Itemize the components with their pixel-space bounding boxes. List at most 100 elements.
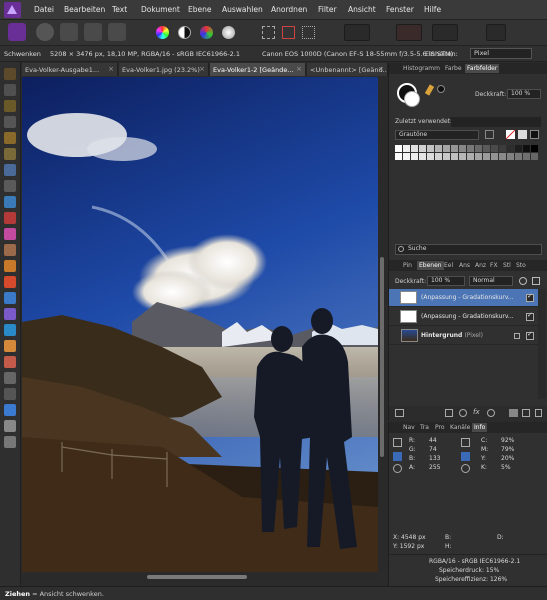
gray-swatch[interactable] — [435, 153, 442, 160]
tab-stile[interactable]: Stl — [503, 262, 511, 269]
gray-swatch[interactable] — [395, 153, 402, 160]
search-input[interactable]: Suche — [395, 244, 542, 255]
gray-swatch[interactable] — [531, 153, 538, 160]
secondary-color-well[interactable] — [404, 91, 420, 107]
color-replace-icon[interactable] — [4, 228, 16, 240]
tab-eva-volker1[interactable]: Eva-Volker1.jpg (23.2%) × — [119, 63, 209, 76]
burn-brush-icon[interactable] — [4, 276, 16, 288]
gray-swatch[interactable] — [523, 153, 530, 160]
layer-row[interactable]: Hintergrund (Pixel) — [389, 327, 538, 345]
deselect-icon[interactable] — [282, 26, 295, 39]
gray-swatch[interactable] — [435, 145, 442, 152]
tab-histogramm[interactable]: Histogramm — [403, 65, 440, 72]
gray-swatch[interactable] — [507, 153, 514, 160]
close-icon[interactable]: × — [108, 65, 114, 73]
close-icon[interactable]: × — [296, 65, 302, 73]
blend-mode-select[interactable]: Normal — [469, 276, 513, 286]
crop-tool-icon[interactable] — [4, 116, 16, 128]
layer-row[interactable]: (Anpassung - Gradationskurv... — [389, 289, 538, 307]
menu-anordnen[interactable]: Anordnen — [271, 5, 307, 14]
menu-bearbeiten[interactable]: Bearbeiten — [64, 5, 105, 14]
gray-swatch[interactable] — [459, 153, 466, 160]
gray-swatch[interactable] — [475, 145, 482, 152]
close-icon[interactable]: × — [199, 65, 205, 73]
gradient-tool-icon[interactable] — [4, 196, 16, 208]
tab-farbfelder[interactable]: Farbfelder — [465, 64, 500, 73]
color-balance-icon[interactable] — [200, 26, 213, 39]
tab-farbe[interactable]: Farbe — [445, 65, 462, 72]
blur-brush-icon[interactable] — [4, 324, 16, 336]
palette-menu-icon[interactable] — [485, 130, 494, 139]
gray-swatch[interactable] — [483, 153, 490, 160]
layer-visibility-checkbox[interactable] — [526, 311, 534, 321]
tab-stock[interactable]: Sto — [516, 262, 526, 269]
red-eye-tool-icon[interactable] — [4, 356, 16, 368]
gray-swatch[interactable] — [403, 153, 410, 160]
gray-swatch[interactable] — [419, 153, 426, 160]
menu-dokument[interactable]: Dokument — [141, 5, 180, 14]
canvas-horizontal-scrollbar[interactable] — [22, 572, 378, 582]
fill-tool-icon[interactable] — [4, 180, 16, 192]
adjustment-icon[interactable] — [459, 409, 467, 417]
affinity-photo-logo[interactable] — [4, 2, 21, 18]
canvas-vertical-scrollbar[interactable] — [378, 77, 387, 572]
add-layer-icon[interactable] — [522, 409, 530, 417]
move-tool-icon[interactable] — [4, 84, 16, 96]
snapping-button[interactable] — [396, 24, 422, 41]
menu-text[interactable]: Text — [112, 5, 127, 14]
tab-navigator[interactable]: Nav — [403, 424, 415, 431]
layer-visibility-checkbox[interactable] — [526, 330, 534, 340]
selection-brush-icon[interactable] — [4, 132, 16, 144]
units-select[interactable]: Pixel — [470, 48, 532, 59]
menu-ebene[interactable]: Ebene — [188, 5, 211, 14]
paint-brush-icon[interactable] — [4, 212, 16, 224]
tab-pinsel[interactable]: Pin — [403, 262, 412, 269]
opacity-field[interactable]: 100 % — [507, 89, 541, 99]
scroll-thumb[interactable] — [380, 257, 384, 457]
layer-visibility-checkbox[interactable] — [526, 292, 534, 302]
black-swatch-icon[interactable] — [530, 130, 539, 139]
layers-stack-icon[interactable] — [395, 409, 404, 417]
live-filter-icon[interactable] — [487, 409, 495, 417]
gray-swatch[interactable] — [515, 153, 522, 160]
tab-kanaele[interactable]: Kanäle — [450, 424, 470, 431]
clone-brush-icon[interactable] — [4, 292, 16, 304]
tab-eva-volker-ausgabe1[interactable]: Eva-Volker-Ausgabe1... × — [22, 63, 118, 76]
selection-marquee-icon[interactable] — [262, 26, 275, 39]
layers-scrollbar[interactable] — [538, 289, 546, 399]
erase-brush-icon[interactable] — [4, 244, 16, 256]
invert-selection-icon[interactable] — [302, 26, 315, 39]
tab-fx[interactable]: FX — [490, 262, 498, 269]
tone-mapping-persona-icon[interactable] — [84, 23, 102, 41]
black-dot-icon[interactable] — [437, 85, 445, 93]
gray-swatch[interactable] — [427, 145, 434, 152]
node-tool-icon[interactable] — [4, 388, 16, 400]
dodge-brush-icon[interactable] — [4, 260, 16, 272]
gray-swatch[interactable] — [395, 145, 402, 152]
layer-row[interactable]: (Anpassung - Gradationskurv... — [389, 308, 538, 326]
magnet-button[interactable] — [432, 24, 458, 41]
color-picker-icon[interactable] — [424, 84, 435, 96]
color-picker-icon[interactable] — [4, 100, 16, 112]
gray-swatch[interactable] — [419, 145, 426, 152]
trash-icon[interactable] — [535, 409, 542, 417]
gray-swatch[interactable] — [451, 145, 458, 152]
menu-filter[interactable]: Filter — [318, 5, 337, 14]
text-tool-icon[interactable] — [4, 420, 16, 432]
tab-info[interactable]: Info — [472, 423, 488, 432]
lock-icon[interactable] — [514, 333, 520, 339]
menu-datei[interactable]: Datei — [34, 5, 54, 14]
gray-swatch[interactable] — [459, 145, 466, 152]
develop-persona-icon[interactable] — [60, 23, 78, 41]
layer-opacity-field[interactable]: 100 % — [427, 276, 465, 286]
tab-transform[interactable]: Tra — [420, 424, 429, 431]
fx-icon[interactable]: fx — [473, 408, 480, 416]
gray-swatch[interactable] — [523, 145, 530, 152]
no-color-icon[interactable] — [506, 130, 515, 139]
flood-select-icon[interactable] — [4, 148, 16, 160]
gray-swatch[interactable] — [515, 145, 522, 152]
gray-swatch[interactable] — [491, 153, 498, 160]
gray-swatch[interactable] — [475, 153, 482, 160]
gear-icon[interactable] — [519, 277, 527, 285]
tab-effekte[interactable]: Eel — [444, 262, 453, 269]
